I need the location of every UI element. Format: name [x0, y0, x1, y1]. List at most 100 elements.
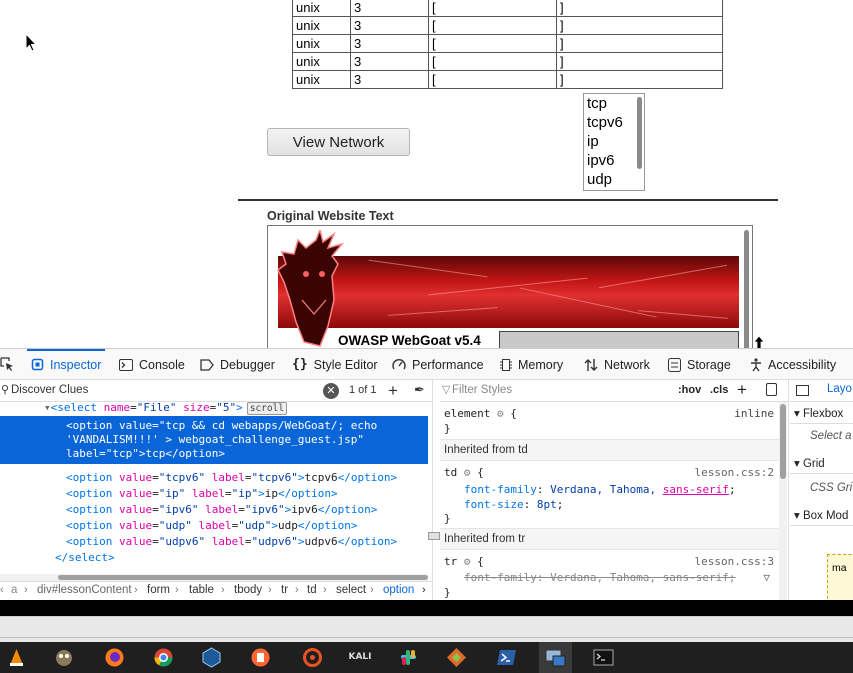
td-source-link[interactable]: lesson.css:2	[695, 466, 774, 479]
td-font-size-decl[interactable]: font-size: 8pt;	[464, 498, 563, 511]
vlc-icon[interactable]	[6, 647, 27, 668]
option-ipv6[interactable]: ipv6	[584, 151, 644, 170]
option-text: tcpv6	[304, 471, 338, 484]
element-picker-icon[interactable]	[0, 357, 14, 371]
breadcrumb-table[interactable]: table	[189, 584, 214, 596]
gear-icon[interactable]: ⚙	[464, 466, 471, 479]
add-rule-icon[interactable]: +	[737, 380, 747, 400]
gear-icon[interactable]: ⚙	[497, 407, 504, 420]
option-tcp[interactable]: tcp	[584, 94, 644, 113]
tab-network[interactable]: Network	[584, 349, 650, 380]
markup-hscrollbar[interactable]	[0, 574, 428, 581]
rules-scrollbar[interactable]	[779, 402, 787, 601]
option-tcpv6[interactable]: tcpv6	[584, 113, 644, 132]
table-cell: unix	[292, 70, 351, 89]
breadcrumb-td[interactable]: td	[307, 584, 317, 596]
gimp-icon[interactable]	[54, 647, 75, 668]
option-node[interactable]: <option value="ip" label="ip">ip</option…	[66, 486, 338, 502]
view-network-button[interactable]: View Network	[267, 128, 410, 156]
table-cell: 3	[350, 34, 429, 53]
select-close-tag[interactable]: </select>	[55, 550, 115, 566]
layout-pane: Layo ▾ Flexbox Select a ▾ Grid CSS Gri ▾…	[790, 380, 853, 601]
tab-storage[interactable]: Storage	[668, 349, 731, 380]
sans-serif-link[interactable]: sans-serif	[663, 483, 729, 496]
toggle-sidebar-icon[interactable]	[796, 385, 809, 396]
tr-rule[interactable]: tr ⚙ {	[444, 555, 484, 568]
hov-toggle[interactable]: :hov	[678, 384, 701, 396]
breadcrumb-scroll-right-icon[interactable]: ›	[422, 584, 426, 596]
table-cell: [	[428, 16, 557, 35]
remote-desktop-icon[interactable]	[545, 647, 566, 668]
td-rule[interactable]: td ⚙ {	[444, 466, 484, 479]
kali-icon[interactable]: KALI	[348, 647, 372, 668]
table-cell: 3	[350, 0, 429, 17]
print-media-icon[interactable]	[766, 383, 777, 396]
pane-splitter[interactable]	[428, 532, 440, 540]
option-node[interactable]: <option value="tcpv6" label="tcpv6">tcpv…	[66, 470, 397, 486]
breadcrumb-a[interactable]: a	[11, 584, 17, 596]
scroll-badge[interactable]: scroll	[246, 402, 288, 415]
burp-suite-icon[interactable]	[250, 647, 271, 668]
breadcrumb-option[interactable]: option	[383, 584, 414, 596]
tab-layout[interactable]: Layo	[827, 383, 852, 395]
overridden-filter-icon[interactable]: ▽	[763, 571, 770, 584]
tab-memory[interactable]: Memory	[500, 349, 563, 380]
option-ip[interactable]: ip	[584, 132, 644, 151]
search-input[interactable]: Discover Clues	[11, 384, 88, 396]
tab-performance[interactable]: Performance	[392, 349, 484, 380]
breadcrumb-lessoncontent[interactable]: div#lessonContent	[37, 584, 132, 596]
table-row: unix 3[]	[292, 70, 723, 89]
ubuntu-icon[interactable]	[302, 647, 323, 668]
gear-icon[interactable]: ⚙	[464, 555, 471, 568]
option-node[interactable]: <option value="ipv6" label="ipv6">ipv6</…	[66, 502, 377, 518]
flexbox-label: Flexbox	[802, 408, 844, 420]
tr-font-family-decl[interactable]: font-family: Verdana, Tahoma, sans-serif…	[464, 571, 736, 584]
breadcrumb-tr[interactable]: tr	[281, 584, 288, 596]
markup-search[interactable]: ⚲ Discover Clues ✕ 1 of 1 + ✒	[0, 380, 432, 402]
firefox-icon[interactable]	[104, 647, 125, 668]
grid-hint: CSS Gri	[810, 482, 853, 494]
flexbox-section[interactable]: ▾ Flexbox	[790, 402, 853, 424]
cls-toggle[interactable]: .cls	[710, 384, 728, 396]
tab-console[interactable]: Console	[119, 349, 185, 380]
tr-source-link[interactable]: lesson.css:3	[695, 555, 774, 568]
tab-style-editor[interactable]: {} Style Editor	[292, 349, 378, 380]
tab-accessibility[interactable]: Accessibility	[750, 349, 836, 380]
eyedropper-icon[interactable]: ✒	[414, 382, 425, 398]
virtualbox-icon[interactable]	[201, 647, 222, 668]
option-node[interactable]: <option value="udp" label="udp">udp</opt…	[66, 518, 357, 534]
original-text-heading: Original Website Text	[267, 209, 394, 223]
grid-section[interactable]: ▾ Grid	[790, 452, 853, 474]
horizontal-scroll-strip[interactable]	[0, 616, 853, 642]
option-udp[interactable]: udp	[584, 170, 644, 189]
select-node[interactable]: ▾<select name="File" size="5"> scroll	[44, 402, 288, 416]
frame-scrollbar[interactable]	[744, 230, 749, 348]
inspector-icon	[31, 358, 44, 371]
add-node-icon[interactable]: +	[388, 381, 398, 401]
tab-inspector[interactable]: Inspector	[26, 349, 106, 380]
protocol-select[interactable]: tcp tcpv6 ip ipv6 udp	[583, 93, 645, 191]
td-font-family-decl[interactable]: font-family: Verdana, Tahoma, sans-serif…	[464, 483, 736, 496]
devtools-tabbar: Inspector Console Debugger {} Style Edit…	[0, 349, 853, 380]
slack-icon[interactable]	[398, 647, 419, 668]
listbox-scrollbar[interactable]	[637, 97, 642, 169]
clear-search-icon[interactable]: ✕	[323, 383, 339, 399]
breadcrumb-form[interactable]: form	[147, 584, 170, 596]
resize-cursor-icon[interactable]	[752, 336, 766, 348]
terminal-icon[interactable]	[593, 647, 614, 668]
powershell-icon[interactable]	[496, 647, 517, 668]
element-inline-label: inline	[734, 407, 774, 420]
option-label: "tcpv6"	[251, 471, 298, 484]
breadcrumb-tbody[interactable]: tbody	[234, 584, 262, 596]
chrome-icon[interactable]	[153, 647, 174, 668]
postman-icon[interactable]	[446, 647, 467, 668]
filter-styles-input[interactable]: Filter Styles	[452, 384, 512, 396]
selected-option-node[interactable]: <option value="tcp && cd webapps/WebGoat…	[0, 416, 428, 464]
breadcrumb-scroll-left-icon[interactable]: ‹	[0, 584, 4, 596]
option-node[interactable]: <option value="udpv6" label="udpv6">udpv…	[66, 534, 397, 550]
breadcrumb-select[interactable]: select	[336, 584, 366, 596]
box-model-section[interactable]: ▾ Box Mod	[790, 504, 853, 526]
tab-debugger[interactable]: Debugger	[200, 349, 275, 380]
expand-triangle-icon[interactable]: ▾	[44, 402, 51, 414]
element-rule[interactable]: element ⚙ {	[444, 407, 517, 420]
